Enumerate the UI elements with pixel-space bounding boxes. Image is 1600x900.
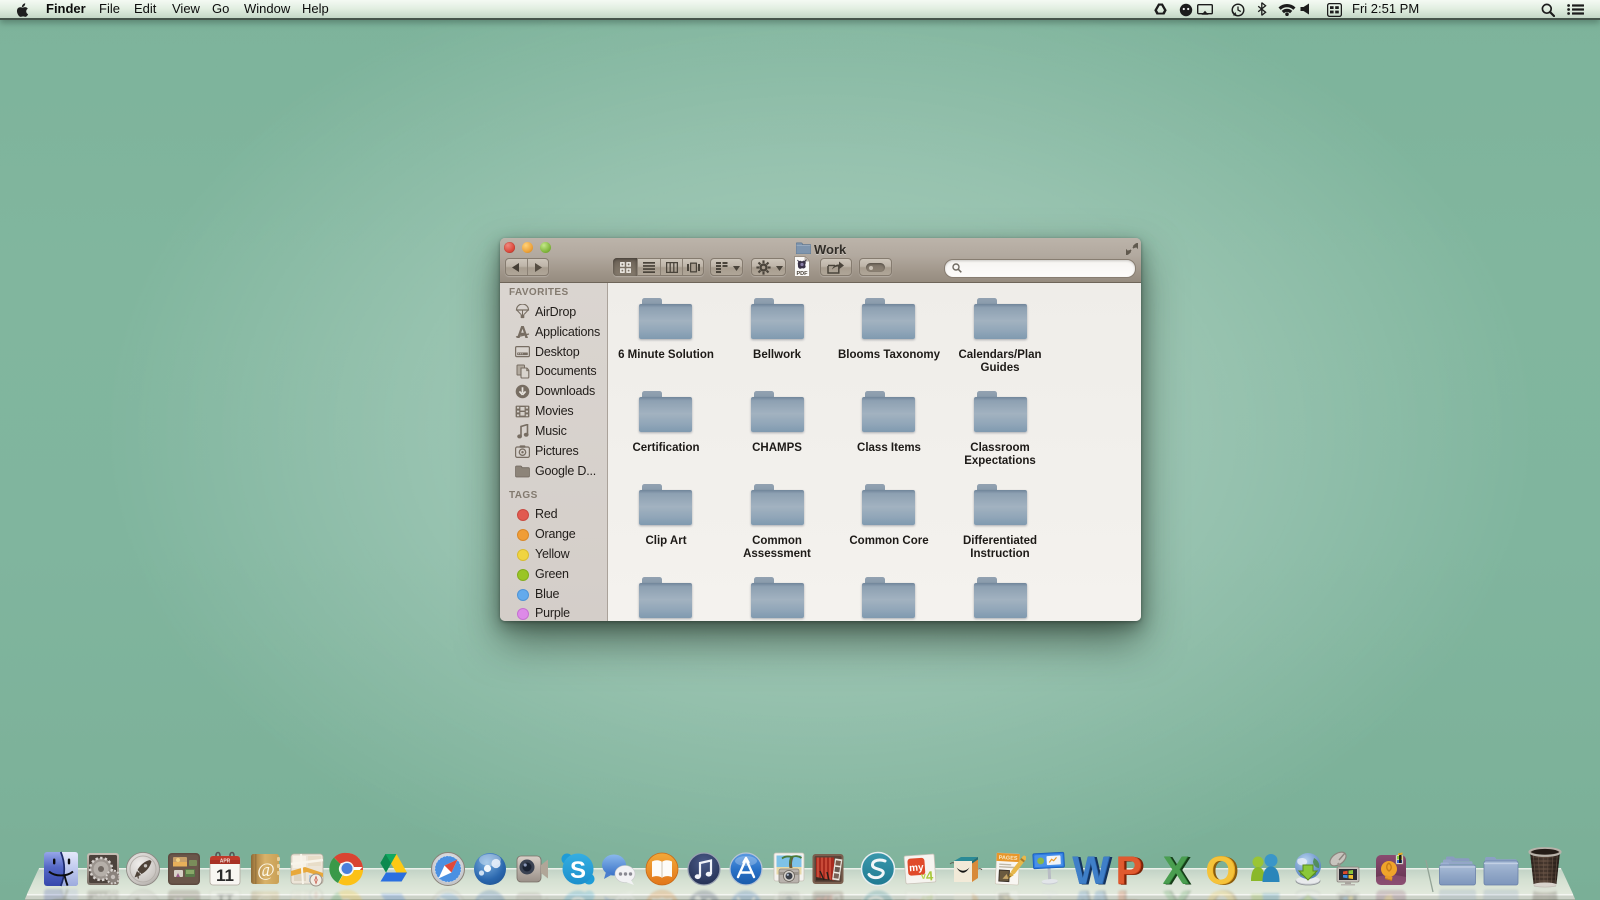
svg-text:v: v — [921, 871, 927, 881]
svg-text:PDF: PDF — [797, 271, 809, 277]
svg-text:S: S — [570, 857, 586, 884]
svg-text:S: S — [570, 891, 586, 900]
svg-text:v: v — [921, 894, 927, 900]
svg-text:11: 11 — [216, 890, 234, 900]
svg-text:4: 4 — [925, 891, 934, 900]
svg-text:@: @ — [257, 894, 275, 900]
svg-text:11: 11 — [216, 866, 234, 885]
svg-text:W: W — [1072, 883, 1109, 900]
svg-text:PAGES: PAGES — [998, 855, 1017, 862]
svg-text:P: P — [1116, 883, 1142, 900]
svg-text:X: X — [1163, 883, 1189, 900]
svg-text:APR: APR — [220, 859, 231, 865]
svg-text:O: O — [1205, 883, 1235, 900]
svg-text:@: @ — [257, 860, 275, 881]
